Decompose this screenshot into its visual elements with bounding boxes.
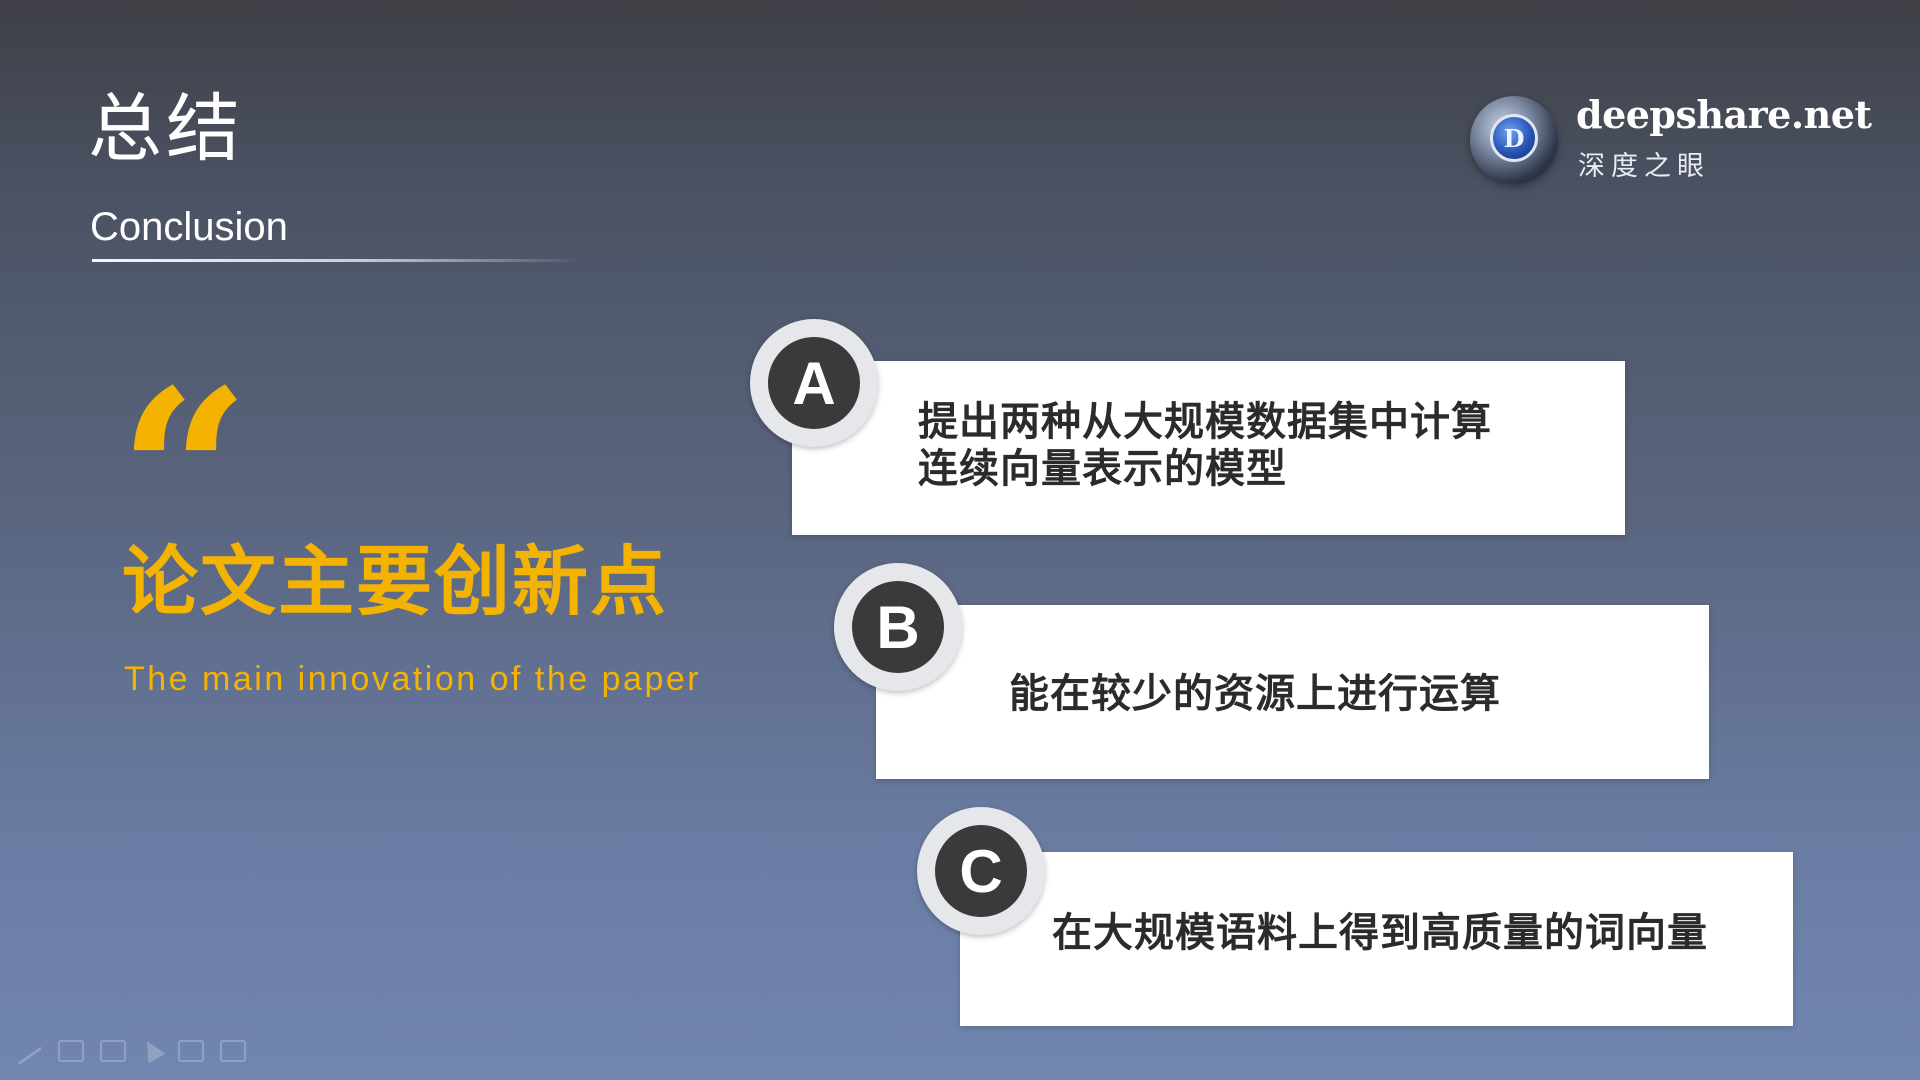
badge-c: C (917, 807, 1045, 935)
eraser-icon[interactable] (100, 1040, 126, 1062)
card-text: 提出两种从大规模数据集中计算 连续向量表示的模型 (918, 399, 1492, 493)
section-heading-en: The main innovation of the paper (124, 660, 702, 698)
badge-a: A (750, 319, 878, 447)
screen-icon[interactable] (220, 1040, 246, 1062)
brand-subtitle: 深度之眼 (1578, 151, 1710, 182)
highlighter-icon[interactable] (58, 1040, 84, 1062)
badge-letter: C (935, 825, 1027, 917)
badge-letter: B (852, 581, 944, 673)
card-text: 能在较少的资源上进行运算 (1009, 671, 1501, 718)
page-subtitle: Conclusion (90, 205, 288, 249)
card-text: 在大规模语料上得到高质量的词向量 (1052, 910, 1708, 957)
page-title: 总结 (88, 86, 244, 172)
card-text-line: 连续向量表示的模型 (918, 446, 1287, 493)
section-heading: 论文主要创新点 (122, 537, 668, 626)
eye-logo-icon: D (1470, 96, 1558, 184)
innovation-card-a: 提出两种从大规模数据集中计算 连续向量表示的模型 (792, 361, 1625, 535)
presentation-toolbar (13, 1036, 246, 1070)
slide: 总结 Conclusion D deepshare.net 深度之眼 “ 论文主… (0, 0, 1920, 1080)
pen-icon[interactable] (13, 1040, 43, 1066)
innovation-card-c: 在大规模语料上得到高质量的词向量 (960, 852, 1793, 1026)
innovation-card-b: 能在较少的资源上进行运算 (876, 605, 1709, 779)
brand-logo: D deepshare.net 深度之眼 (1470, 92, 1872, 188)
badge-b: B (834, 563, 962, 691)
card-text-line: 在大规模语料上得到高质量的词向量 (1052, 910, 1708, 956)
logo-letter: D (1490, 114, 1538, 162)
card-text-line: 能在较少的资源上进行运算 (1009, 671, 1501, 717)
cursor-icon[interactable] (178, 1040, 204, 1062)
badge-letter: A (768, 337, 860, 429)
arrow-icon[interactable] (138, 1036, 166, 1064)
card-text-line: 提出两种从大规模数据集中计算 (918, 399, 1492, 445)
title-divider (92, 259, 582, 262)
brand-name: deepshare.net (1576, 92, 1872, 137)
